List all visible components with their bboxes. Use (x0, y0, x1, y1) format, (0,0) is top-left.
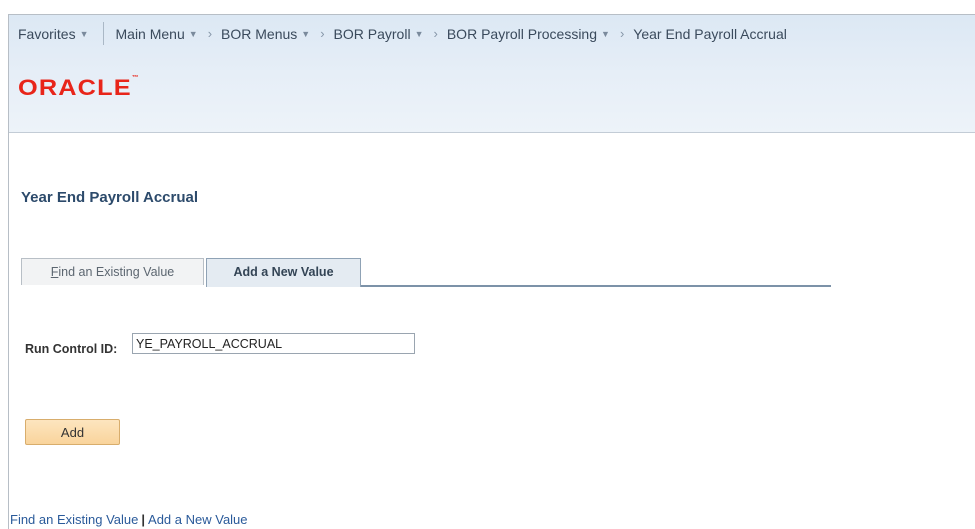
logo-text: ORACLE (18, 75, 132, 100)
header: Favorites ▼ Main Menu ▼ › BOR Menus ▼ › … (9, 15, 975, 133)
breadcrumb-bor-payroll[interactable]: BOR Payroll ▼ (334, 26, 428, 42)
favorites-menu[interactable]: Favorites ▼ (9, 15, 103, 52)
chevron-right-icon: › (619, 26, 625, 41)
tab-bar: Find an Existing Value Add a New Value (21, 258, 831, 287)
run-control-id-input[interactable] (132, 333, 415, 354)
breadcrumb-label: BOR Payroll Processing (446, 25, 598, 42)
main-menu-label: Main Menu (115, 25, 185, 42)
add-new-value-link[interactable]: Add a New Value (148, 512, 248, 527)
oracle-logo: ORACLE™ (18, 75, 140, 100)
main-menu[interactable]: Main Menu ▼ (116, 26, 202, 42)
page-frame: Favorites ▼ Main Menu ▼ › BOR Menus ▼ › … (8, 14, 975, 529)
chevron-right-icon: › (320, 26, 325, 41)
breadcrumb-year-end-payroll-accrual[interactable]: Year End Payroll Accrual (633, 26, 787, 42)
tab-underline (361, 285, 831, 287)
chevron-right-icon: › (433, 26, 438, 41)
chevron-down-icon: ▼ (79, 28, 89, 39)
breadcrumb-label: Year End Payroll Accrual (633, 25, 787, 42)
chevron-down-icon: ▼ (301, 28, 311, 39)
page-title: Year End Payroll Accrual (21, 189, 199, 206)
add-button[interactable]: Add (25, 419, 120, 445)
chevron-down-icon: ▼ (414, 28, 424, 39)
tab-label: ind an Existing Value (58, 265, 175, 279)
favorites-label: Favorites (18, 25, 76, 42)
tab-find-existing-value[interactable]: Find an Existing Value (21, 258, 204, 285)
tab-label: Add a New Value (233, 265, 334, 279)
chevron-down-icon: ▼ (188, 28, 198, 39)
chevron-down-icon: ▼ (601, 28, 610, 39)
tab-add-new-value[interactable]: Add a New Value (206, 258, 361, 287)
divider (102, 22, 104, 45)
breadcrumb-label: BOR Payroll (333, 25, 411, 42)
link-separator: | (141, 512, 146, 527)
breadcrumb-label: BOR Menus (221, 25, 298, 42)
bottom-links: Find an Existing Value | Add a New Value (10, 512, 248, 527)
find-existing-value-link[interactable]: Find an Existing Value (10, 512, 138, 527)
breadcrumb-bor-menus[interactable]: BOR Menus ▼ (221, 26, 314, 42)
run-control-label: Run Control ID: (25, 342, 118, 356)
navbar: Favorites ▼ Main Menu ▼ › BOR Menus ▼ › … (9, 15, 975, 52)
chevron-right-icon: › (207, 26, 213, 41)
breadcrumb-bor-payroll-processing[interactable]: BOR Payroll Processing ▼ (447, 26, 614, 42)
